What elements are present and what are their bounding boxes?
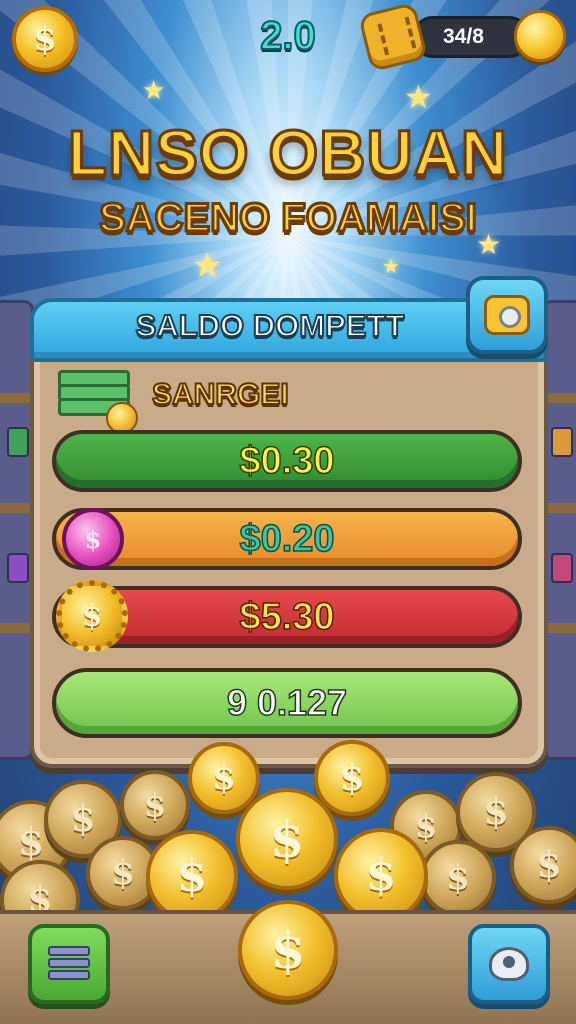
add-coin-icon[interactable]: [514, 10, 566, 62]
shelf-box: [551, 553, 573, 583]
settings-button[interactable]: [466, 276, 548, 354]
coin-symbol: $: [33, 19, 57, 59]
sparkle-star-icon: ★: [404, 78, 433, 116]
coin-symbol: $: [339, 757, 365, 799]
balance-value: $0.30: [239, 439, 336, 483]
left-shelf: [0, 300, 37, 760]
bonus-label: SANRGEI: [151, 377, 290, 412]
coin-symbol: $: [84, 524, 102, 554]
shelf-board: [545, 623, 576, 633]
coin-symbol: $: [70, 798, 96, 840]
coin-symbol: $: [536, 844, 562, 886]
character-button[interactable]: [468, 924, 550, 1004]
shelf-box: [7, 553, 29, 583]
sparkle-star-icon: ★: [192, 246, 223, 286]
total-balance-value: 9 0.127: [226, 681, 348, 724]
book-layer: [48, 970, 90, 980]
balance-bar-green[interactable]: $0.30: [52, 430, 522, 492]
shelf-board: [545, 393, 576, 403]
cash-stack-icon: [54, 364, 138, 436]
spell-book-button[interactable]: [28, 924, 110, 1004]
coin-pile-coin: $: [510, 826, 576, 904]
wallet-title: SALDO DOMPETT: [135, 307, 406, 344]
sparkle-star-icon: ★: [382, 254, 400, 278]
shelf-board: [545, 503, 576, 513]
coin-pile-coin: $: [334, 828, 428, 922]
shelf-box: [551, 427, 573, 457]
center-coin-button[interactable]: $: [238, 900, 338, 1000]
coin-symbol: $: [414, 807, 438, 845]
balance-value: $5.30: [239, 595, 336, 639]
coin-symbol: $: [483, 791, 509, 833]
coin-symbol: $: [143, 786, 167, 824]
game-subtitle: SACENO FOAMAISI: [98, 195, 479, 242]
pink-dollar-gem-icon: $: [62, 508, 124, 570]
balance-value: $0.20: [239, 517, 336, 561]
book-layer: [48, 958, 90, 968]
total-balance-bar[interactable]: 9 0.127: [52, 668, 522, 738]
game-title: LNSO OBUAN: [66, 116, 509, 191]
blob-character-icon: [489, 947, 529, 981]
shelf-box: [7, 427, 29, 457]
coin-pile-coin: $: [236, 788, 338, 890]
coin-symbol: $: [365, 849, 397, 901]
spell-book-icon: [48, 946, 90, 982]
dollar-coin-icon[interactable]: $: [12, 6, 78, 72]
coin-symbol: $: [446, 858, 470, 898]
coin-symbol: $: [81, 598, 103, 634]
ticket-counter: 34/8: [412, 16, 530, 58]
coin-symbol: $: [212, 758, 236, 798]
coin-symbol: $: [17, 818, 45, 864]
coin-pile-coin: $: [120, 770, 190, 840]
coin-pile-coin: $: [420, 840, 496, 916]
ticket-counter-value: 34/8: [443, 25, 484, 48]
sparkle-star-icon: ★: [142, 76, 166, 106]
coin-symbol: $: [176, 850, 208, 902]
coin-symbol: $: [111, 853, 135, 893]
level-indicator: 2.0: [259, 13, 317, 59]
coin-pile-coin: $: [146, 830, 238, 922]
settings-gear-icon: [484, 295, 530, 335]
coin-symbol: $: [270, 920, 306, 980]
gear-dollar-coin-icon: $: [56, 580, 128, 652]
coin-symbol: $: [269, 809, 305, 869]
book-layer: [48, 946, 90, 956]
